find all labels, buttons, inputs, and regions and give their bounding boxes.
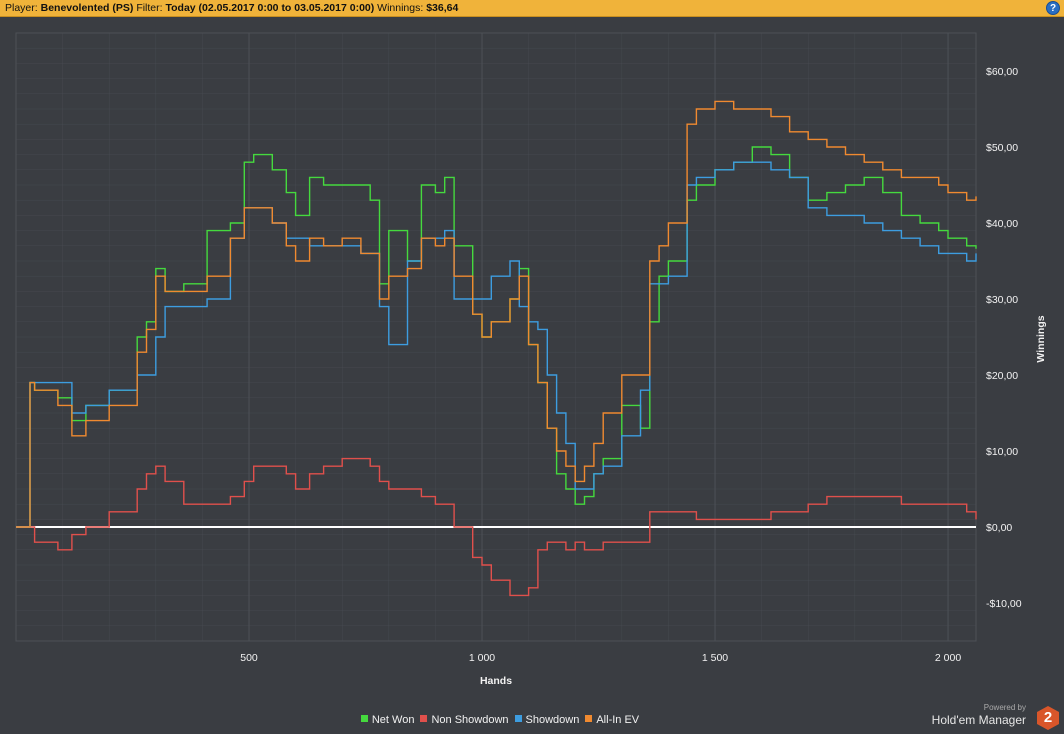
header-summary: Player: Benevolented (PS) Filter: Today … [5,2,458,14]
y-tick-label: $30,00 [986,294,1018,306]
y-axis-title: Winnings [1035,315,1047,362]
winnings-label: Winnings: [377,2,424,14]
legend-item[interactable]: All-In EV [585,714,639,726]
legend-label: All-In EV [596,714,640,726]
series-line-all-in-ev [16,100,977,528]
y-axis-ticks: -$10,00 $0,00 $10,00 $20,00 $30,00 $40,00 $50,… [986,66,1022,610]
y-tick-label: $40,00 [986,218,1018,230]
x-axis-ticks: 500 1 000 1 500 2 000 [240,652,961,664]
legend-label: Showdown [525,714,580,726]
y-tick-label: $10,00 [986,446,1018,458]
x-axis-title: Hands [480,675,512,687]
product-name: Hold'em Manager [931,713,1026,727]
series-layer [16,100,977,597]
legend-item[interactable]: Net Won [360,714,415,726]
x-tick-label: 500 [240,652,258,664]
hm-logo-badge: 2 [1037,706,1059,730]
filter-label: Filter: [136,2,163,14]
legend-label: Net Won [371,714,415,726]
series-line-showdown [16,161,977,528]
powered-by-text: Powered by [983,703,1026,712]
legend-swatch [360,715,368,722]
winnings-value: $36,64 [426,2,459,14]
y-tick-label: -$10,00 [986,598,1022,610]
player-value[interactable]: Benevolented (PS) [41,2,134,14]
chart-legend: Net Won Non Showdown Showdown All-In EV [0,714,1000,726]
player-label: Player: [5,2,38,14]
legend-swatch [514,715,522,722]
y-tick-label: $60,00 [986,66,1018,78]
legend-item[interactable]: Showdown [514,714,580,726]
legend-swatch [585,715,593,722]
filter-value[interactable]: Today (02.05.2017 0:00 to 03.05.2017 0:0… [165,2,374,14]
header-bar: Player: Benevolented (PS) Filter: Today … [0,0,1064,17]
help-icon[interactable]: ? [1046,1,1060,15]
y-tick-label: $20,00 [986,370,1018,382]
legend-item[interactable]: Non Showdown [420,714,509,726]
x-tick-label: 2 000 [935,652,961,664]
legend-swatch [420,715,428,722]
x-tick-label: 1 500 [702,652,728,664]
y-tick-label: $50,00 [986,142,1018,154]
y-tick-label: $0,00 [986,522,1012,534]
winnings-chart: -$10,00 $0,00 $10,00 $20,00 $30,00 $40,00 $50,… [15,32,1047,687]
legend-label: Non Showdown [431,714,509,726]
x-tick-label: 1 000 [469,652,495,664]
